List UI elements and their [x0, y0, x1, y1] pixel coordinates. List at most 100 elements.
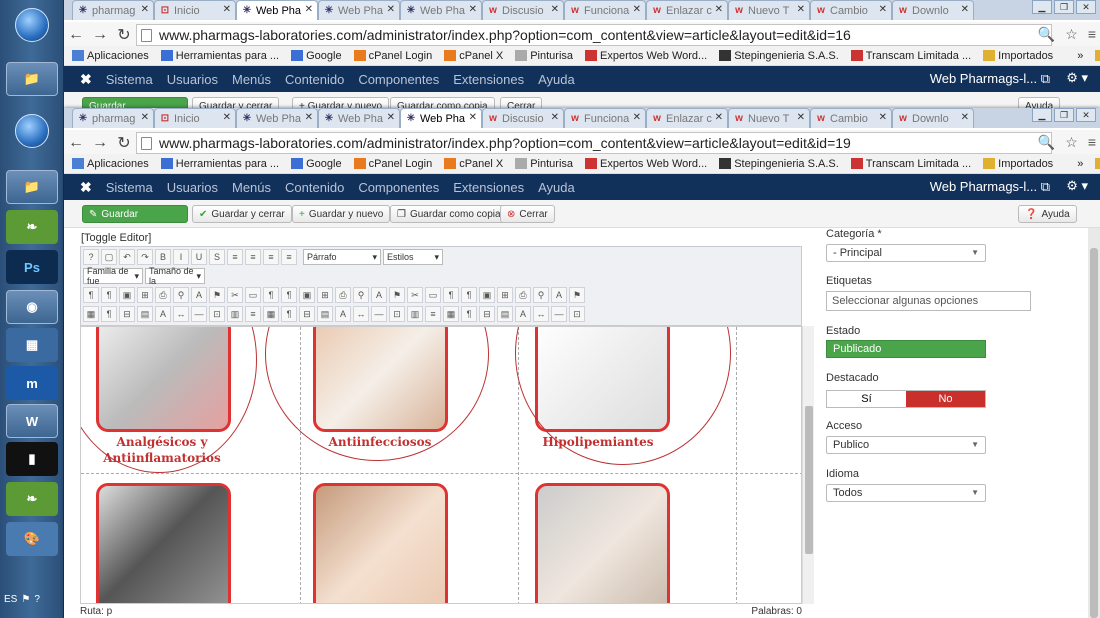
- editor-tool-icon[interactable]: ⚑: [569, 287, 585, 303]
- access-select[interactable]: Publico ▼: [826, 436, 986, 454]
- nav-item-2[interactable]: Menús: [232, 180, 271, 195]
- editor-tool-icon[interactable]: ▥: [407, 306, 423, 322]
- editor-tool-icon[interactable]: S: [209, 249, 225, 265]
- app-m-icon[interactable]: m: [6, 366, 58, 400]
- nav-item-4[interactable]: Componentes: [358, 180, 439, 195]
- tab-9[interactable]: w Cambio ✕: [810, 0, 892, 20]
- help-button[interactable]: ❓ Ayuda: [1018, 205, 1077, 223]
- nav-item-0[interactable]: Sistema: [106, 72, 153, 87]
- maximize-icon[interactable]: ❐: [1054, 0, 1074, 14]
- tab-close-icon[interactable]: ✕: [879, 4, 887, 15]
- bookmark-0[interactable]: Aplicaciones: [72, 158, 149, 170]
- editor-tool-icon[interactable]: ▤: [497, 306, 513, 322]
- save-new-button[interactable]: + Guardar y nuevo: [292, 205, 391, 223]
- bookmark-7[interactable]: Stepingenieria S.A.S.: [719, 158, 839, 170]
- site-link[interactable]: Web Pharmags-l... ⧉: [930, 71, 1050, 87]
- tab-close-icon[interactable]: ✕: [715, 4, 723, 15]
- tab-close-icon[interactable]: ✕: [469, 4, 477, 15]
- folder-icon[interactable]: 📁: [6, 170, 58, 204]
- editor-tool-icon[interactable]: ▦: [263, 306, 279, 322]
- editor-tool-icon[interactable]: ⚲: [353, 287, 369, 303]
- editor-tool-icon[interactable]: A: [515, 306, 531, 322]
- bookmark-7[interactable]: Stepingenieria S.A.S.: [719, 50, 839, 62]
- menu-icon[interactable]: ≡: [1088, 134, 1096, 151]
- editor-tool-icon[interactable]: A: [551, 287, 567, 303]
- featured-no-button[interactable]: No: [906, 391, 985, 407]
- nav-item-2[interactable]: Menús: [232, 72, 271, 87]
- tab-1[interactable]: ⊡ Inicio ✕: [154, 0, 236, 20]
- editor-tool-icon[interactable]: ▦: [83, 306, 99, 322]
- bookmark-2[interactable]: Google: [291, 50, 342, 62]
- bookmark-9[interactable]: Importados: [983, 158, 1053, 170]
- url-input[interactable]: www.pharmags-laboratories.com/administra…: [136, 132, 1052, 154]
- tab-6[interactable]: w Funciona ✕: [564, 108, 646, 128]
- language-select[interactable]: Todos ▼: [826, 484, 986, 502]
- editor-tool-icon[interactable]: ⊞: [137, 287, 153, 303]
- status-select[interactable]: Publicado: [826, 340, 986, 358]
- help-icon[interactable]: ?: [34, 594, 40, 605]
- font-family-select[interactable]: Familia de fue ▾: [83, 266, 143, 286]
- editor-tool-icon[interactable]: ▤: [137, 306, 153, 322]
- tab-10[interactable]: w Downlo ✕: [892, 0, 974, 20]
- category-select[interactable]: - Principal ▼: [826, 244, 986, 262]
- editor-tool-icon[interactable]: ▣: [119, 287, 135, 303]
- nav-item-3[interactable]: Contenido: [285, 72, 344, 87]
- reload-icon[interactable]: ↻: [112, 133, 136, 153]
- tab-close-icon[interactable]: ✕: [223, 4, 231, 15]
- site-link[interactable]: Web Pharmags-l... ⧉: [930, 179, 1050, 195]
- bookmark-5[interactable]: Pinturisa: [515, 50, 573, 62]
- bookmark-2[interactable]: Google: [291, 158, 342, 170]
- bookmark-0[interactable]: Aplicaciones: [72, 50, 149, 62]
- editor-tool-icon[interactable]: ✂: [407, 287, 423, 303]
- bookmark-5[interactable]: Pinturisa: [515, 158, 573, 170]
- nav-item-1[interactable]: Usuarios: [167, 72, 218, 87]
- editor-tool-icon[interactable]: ⚲: [173, 287, 189, 303]
- editor-tool-icon[interactable]: —: [371, 306, 387, 322]
- nav-item-3[interactable]: Contenido: [285, 180, 344, 195]
- nav-item-0[interactable]: Sistema: [106, 180, 153, 195]
- tab-close-icon[interactable]: ✕: [469, 112, 477, 123]
- tab-6[interactable]: w Funciona ✕: [564, 0, 646, 20]
- nav-item-6[interactable]: Ayuda: [538, 72, 575, 87]
- tab-0[interactable]: ✳ pharmag ✕: [72, 108, 154, 128]
- editor-tool-icon[interactable]: ⎙: [335, 287, 351, 303]
- editor-content-area[interactable]: Analgésicos y Antiinflamatorios Antiinfe…: [80, 326, 802, 604]
- editor-tool-icon[interactable]: ↔: [533, 306, 549, 322]
- tab-close-icon[interactable]: ✕: [141, 112, 149, 123]
- save-button[interactable]: ✎ Guardar: [82, 205, 188, 223]
- editor-tool-icon[interactable]: ⊟: [479, 306, 495, 322]
- editor-tool-icon[interactable]: ↶: [119, 249, 135, 265]
- editor-tool-icon[interactable]: ⎙: [515, 287, 531, 303]
- tab-close-icon[interactable]: ✕: [633, 4, 641, 15]
- editor-tool-icon[interactable]: ⊡: [389, 306, 405, 322]
- editor-tool-icon[interactable]: ⊡: [209, 306, 225, 322]
- app-leaf2-icon[interactable]: ❧: [6, 482, 58, 516]
- tags-input[interactable]: Seleccionar algunas opciones: [826, 291, 1031, 311]
- format-select[interactable]: Párrafo ▾: [303, 249, 381, 265]
- save-close-button[interactable]: ✔ Guardar y cerrar: [192, 205, 292, 223]
- phone-icon[interactable]: ▮: [6, 442, 58, 476]
- minimize-icon[interactable]: ▁: [1032, 108, 1052, 122]
- tab-close-icon[interactable]: ✕: [305, 112, 313, 123]
- nav-item-5[interactable]: Extensiones: [453, 72, 524, 87]
- editor-tool-icon[interactable]: ¶: [281, 306, 297, 322]
- styles-select[interactable]: Estilos ▾: [383, 249, 443, 265]
- editor-tool-icon[interactable]: ≡: [227, 249, 243, 265]
- tray-lang[interactable]: ES: [4, 594, 17, 605]
- font-size-select[interactable]: Tamaño de la ▾: [145, 266, 205, 286]
- bookmark-10[interactable]: »: [1077, 158, 1083, 170]
- editor-tool-icon[interactable]: ⚲: [533, 287, 549, 303]
- bookmark-8[interactable]: Transcam Limitada ...: [850, 158, 971, 170]
- tab-close-icon[interactable]: ✕: [387, 112, 395, 123]
- calculator-icon[interactable]: ▦: [6, 328, 58, 362]
- editor-tool-icon[interactable]: ¶: [263, 287, 279, 303]
- save-copy-button[interactable]: ❐ Guardar como copia: [390, 205, 508, 223]
- editor-tool-icon[interactable]: I: [173, 249, 189, 265]
- editor-tool-icon[interactable]: —: [191, 306, 207, 322]
- editor-tool-icon[interactable]: ▤: [317, 306, 333, 322]
- bookmark-3[interactable]: cPanel Login: [353, 50, 432, 62]
- search-icon[interactable]: 🔍: [1038, 26, 1055, 43]
- bookmark-4[interactable]: cPanel X: [444, 50, 503, 62]
- back-icon[interactable]: ←: [64, 26, 88, 44]
- editor-tool-icon[interactable]: ¶: [461, 306, 477, 322]
